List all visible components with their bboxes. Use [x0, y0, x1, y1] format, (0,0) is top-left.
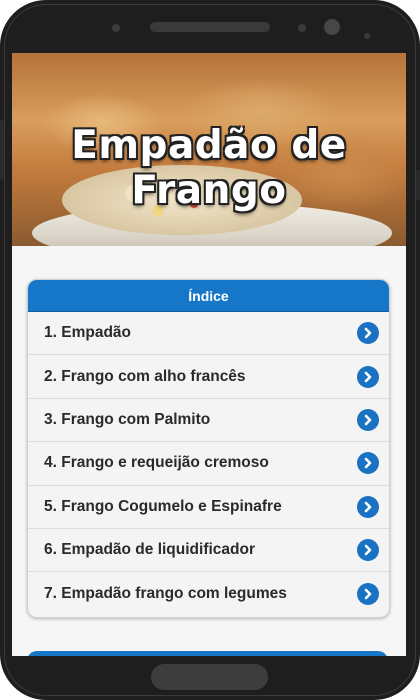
home-button[interactable] — [151, 664, 268, 690]
chevron-right-circle-icon[interactable] — [357, 583, 379, 606]
recipe-title: Empadão de Frango — [71, 123, 347, 213]
index-item-2[interactable]: 2. Frango com alho francês — [28, 355, 389, 399]
side-button-left — [0, 120, 4, 180]
index-item-label: 2. Frango com alho francês — [44, 367, 246, 385]
index-item-5[interactable]: 5. Frango Cogumelo e Espinafre — [28, 486, 389, 529]
chevron-right-circle-icon[interactable] — [357, 452, 379, 475]
phone-frame: Empadão de Frango Índice 1. Empadão 2. F… — [0, 0, 420, 700]
speaker-grille — [150, 22, 270, 32]
index-item-label: 4. Frango e requeijão cremoso — [44, 454, 269, 472]
hero-banner: Empadão de Frango — [12, 53, 406, 246]
proximity-sensor-icon — [298, 24, 306, 32]
app-screen: Empadão de Frango Índice 1. Empadão 2. F… — [12, 53, 406, 656]
chevron-right-circle-icon[interactable] — [357, 408, 379, 431]
index-item-1[interactable]: 1. Empadão — [28, 312, 389, 356]
front-sensor-icon — [112, 24, 120, 32]
light-sensor-icon — [364, 33, 370, 39]
index-item-label: 7. Empadão frango com legumes — [44, 585, 287, 603]
chevron-right-circle-icon[interactable] — [357, 495, 379, 518]
next-card-header — [27, 651, 388, 656]
index-item-3[interactable]: 3. Frango com Palmito — [28, 399, 389, 443]
side-button-right — [416, 170, 420, 200]
index-item-6[interactable]: 6. Empadão de liquidificador — [28, 529, 389, 573]
index-item-label: 3. Frango com Palmito — [44, 410, 211, 428]
index-item-4[interactable]: 4. Frango e requeijão cremoso — [28, 442, 389, 486]
index-item-label: 5. Frango Cogumelo e Espinafre — [44, 497, 282, 515]
front-camera-icon — [324, 19, 340, 35]
chevron-right-circle-icon[interactable] — [357, 322, 379, 345]
chevron-right-circle-icon[interactable] — [357, 539, 379, 562]
index-item-label: 6. Empadão de liquidificador — [44, 541, 256, 559]
index-header: Índice — [28, 280, 389, 312]
index-item-label: 1. Empadão — [44, 324, 131, 342]
chevron-right-circle-icon[interactable] — [357, 365, 379, 388]
index-panel: Índice 1. Empadão 2. Frango com alho fra… — [27, 279, 390, 618]
index-item-7[interactable]: 7. Empadão frango com legumes — [28, 572, 389, 615]
